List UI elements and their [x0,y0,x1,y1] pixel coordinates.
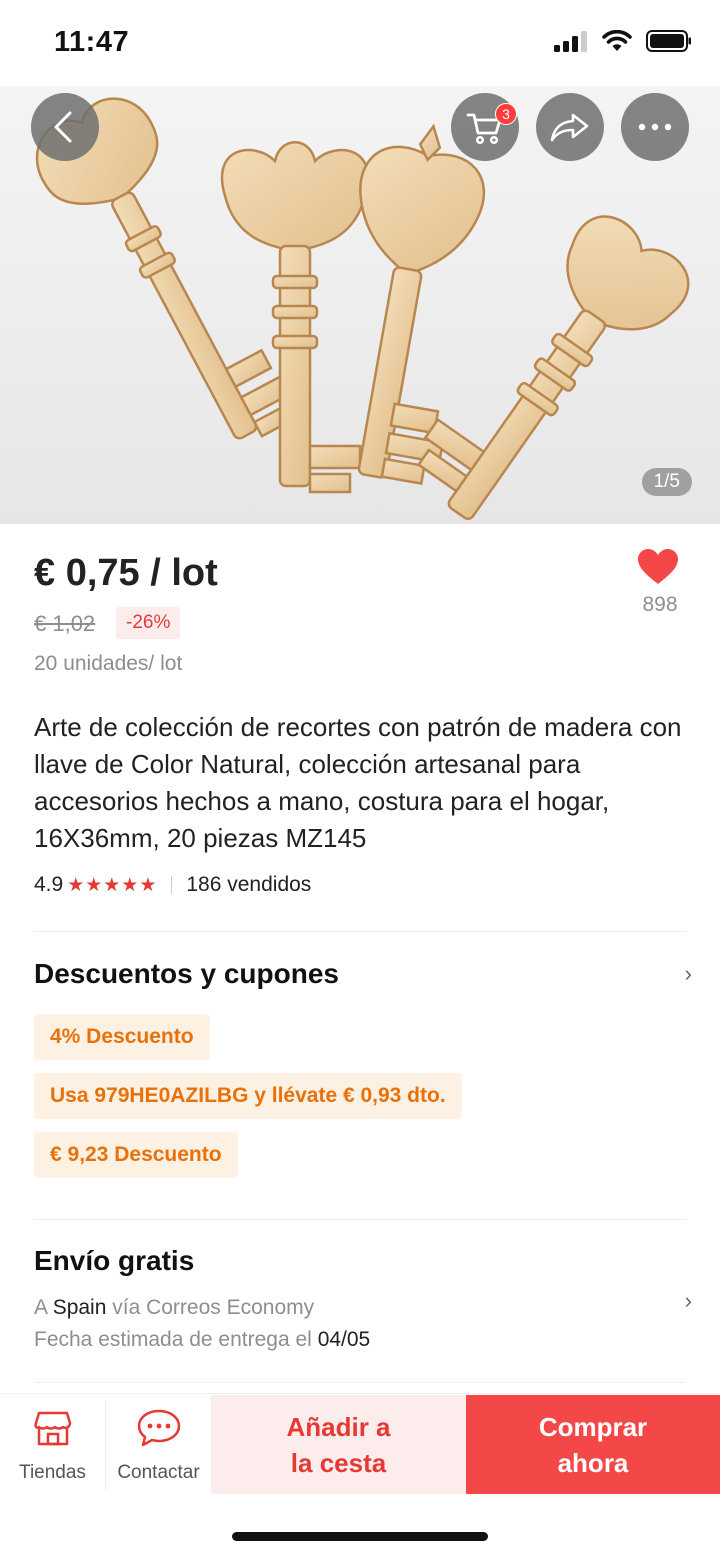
status-time: 11:47 [54,26,130,58]
stores-tab[interactable]: Tiendas [0,1394,105,1495]
product-price: € 0,75 / lot [34,552,218,594]
key-shape [220,141,370,494]
add-to-cart-button[interactable]: Añadir a la cesta [211,1395,466,1494]
back-button[interactable] [31,93,99,161]
signal-icon [554,31,587,52]
home-indicator [232,1532,488,1541]
shipping-eta: Fecha estimada de entrega el 04/05 [34,1328,370,1352]
unit-info: 20 unidades/ lot [34,652,183,675]
share-button[interactable] [536,93,604,161]
shipping-chevron-icon[interactable]: › [685,1288,692,1314]
battery-icon [646,30,691,52]
heart-icon [638,549,678,584]
coupon-tag[interactable]: Usa 979HE0AZILBG y llévate € 0,93 dto. [34,1073,462,1119]
image-counter: 1/5 [641,468,692,496]
wishlist-button[interactable] [636,548,680,591]
shipping-title[interactable]: Envío gratis [34,1245,194,1277]
coupon-tag[interactable]: 4% Descuento [34,1014,210,1060]
shipping-eta-date: 04/05 [317,1328,371,1351]
rating-separator [171,876,173,894]
discounts-chevron-icon[interactable]: › [685,961,692,987]
status-bar: 11:47 [0,0,720,86]
original-price: € 1,02 [34,611,96,636]
product-title: Arte de colección de recortes con patrón… [34,712,682,853]
more-button[interactable] [621,93,689,161]
sold-count: 186 vendidos [186,873,312,896]
product-image-gallery[interactable]: 3 1/5 [0,86,720,524]
store-icon [33,1411,71,1446]
shipping-eta-prefix: Fecha estimada de entrega el [34,1328,318,1351]
add-to-cart-label: Añadir a la cesta [286,1412,391,1478]
stores-label: Tiendas [19,1462,86,1483]
divider [34,931,686,932]
wifi-icon [602,30,632,51]
shipping-country: Spain [52,1296,107,1319]
status-icons [554,30,692,52]
coupon-tag[interactable]: € 9,23 Descuento [34,1132,238,1178]
divider [34,1382,686,1383]
rating-stars: ★★★★★ [67,874,158,896]
buy-now-button[interactable]: Comprar ahora [466,1395,720,1494]
rating-value: 4.9 [34,873,64,896]
cart-count-badge: 3 [495,103,517,125]
wishlist-count: 898 [642,593,678,616]
discount-badge: -26% [116,607,181,639]
cart-button[interactable]: 3 [451,93,519,161]
divider [34,1219,686,1220]
rating-row[interactable]: 4.9 ★★★★★ 186 vendidos [34,873,311,897]
contact-label: Contactar [117,1462,200,1483]
chat-icon [137,1409,180,1447]
shipping-method: vía Correos Economy [106,1296,315,1319]
shipping-to-prefix: A [34,1296,53,1319]
contact-tab[interactable]: Contactar [106,1394,211,1495]
chevron-left-icon [54,111,72,143]
more-icon [638,123,672,131]
discounts-title[interactable]: Descuentos y cupones [34,958,339,990]
buy-now-label: Comprar ahora [538,1412,648,1478]
product-image [35,97,690,520]
bottom-action-bar: Tiendas Contactar Añadir a la cesta Comp… [0,1393,720,1494]
shipping-destination: A Spain vía Correos Economy [34,1296,314,1320]
share-icon [550,113,589,142]
